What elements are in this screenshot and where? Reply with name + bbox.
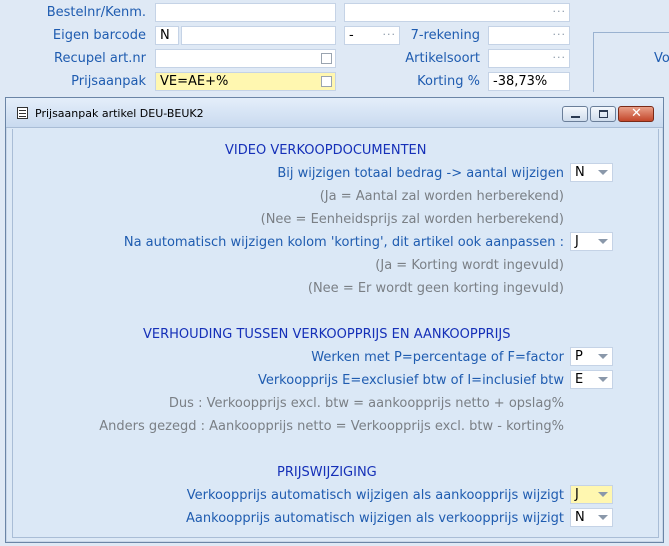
- select-value: N: [575, 165, 585, 180]
- korting-aanpassen-select[interactable]: J: [570, 232, 613, 251]
- right-panel-label: Vo: [654, 51, 669, 66]
- section-heading-prijswijziging: PRIJSWIJZIGING: [277, 465, 377, 480]
- section-heading-verhouding: VERHOUDING TUSSEN VERKOOPPRIJS EN AANKOO…: [143, 327, 511, 342]
- setting-label-aankoopprijs-wijzigen: Aankoopprijs automatisch wijzigen als ve…: [186, 511, 564, 526]
- bestelnr-label: Bestelnr/Kenm.: [46, 5, 146, 20]
- minimize-button[interactable]: [562, 106, 588, 122]
- prijsaanpak-checkbox[interactable]: [321, 76, 332, 87]
- eigen-barcode-field[interactable]: [181, 26, 336, 45]
- zeven-rekening-field[interactable]: ···: [488, 26, 570, 45]
- hint-ja-aantal: (Ja = Aantal zal worden herberekend): [319, 189, 564, 204]
- recupel-checkbox[interactable]: [321, 53, 332, 64]
- prijsaanpak-label: Prijsaanpak: [71, 74, 146, 89]
- close-button[interactable]: ✕: [618, 106, 654, 122]
- recupel-label: Recupel art.nr: [54, 51, 146, 66]
- ellipsis-icon[interactable]: ···: [553, 4, 567, 20]
- window-menu-icon[interactable]: [17, 107, 28, 119]
- section-heading-video: VIDEO VERKOOPDOCUMENTEN: [225, 143, 427, 158]
- ellipsis-icon[interactable]: ···: [553, 50, 567, 66]
- ellipsis-icon[interactable]: ···: [553, 27, 567, 43]
- artikelsoort-label: Artikelsoort: [405, 51, 480, 66]
- setting-label-btw: Verkoopprijs E=exclusief btw of I=inclus…: [257, 373, 564, 388]
- setting-label-korting-aanpassen: Na automatisch wijzigen kolom 'korting',…: [123, 235, 564, 250]
- korting-label: Korting %: [417, 74, 480, 89]
- close-icon: ✕: [631, 106, 642, 121]
- hint-anders-gezegd: Anders gezegd : Aankoopprijs netto = Ver…: [99, 419, 564, 434]
- eigen-barcode-label: Eigen barcode: [52, 28, 146, 43]
- minimize-icon: [571, 116, 580, 118]
- chevron-down-icon: [598, 515, 608, 520]
- hint-dus: Dus : Verkoopprijs excl. btw = aankooppr…: [168, 396, 564, 411]
- maximize-button[interactable]: [590, 106, 616, 122]
- dialog-content: VIDEO VERKOOPDOCUMENTEN Bij wijzigen tot…: [12, 129, 659, 538]
- hint-ja-korting: (Ja = Korting wordt ingevuld): [375, 258, 564, 273]
- chevron-down-icon: [598, 239, 608, 244]
- select-value: J: [575, 487, 579, 502]
- select-value: N: [575, 510, 585, 525]
- maximize-icon: [599, 110, 608, 118]
- zeven-rekening-label: 7-rekening: [410, 28, 480, 43]
- eigen-barcode-flag[interactable]: N: [155, 26, 179, 45]
- hint-nee-eenheidsprijs: (Nee = Eenheidsprijs zal worden herberek…: [260, 212, 564, 227]
- select-value: J: [575, 234, 579, 249]
- hint-nee-korting: (Nee = Er wordt geen korting ingevuld): [307, 281, 564, 296]
- chevron-down-icon: [598, 354, 608, 359]
- bestelnr-lookup-field[interactable]: ···: [344, 3, 570, 22]
- setting-label-totaal-bedrag: Bij wijzigen totaal bedrag -> aantal wij…: [277, 166, 564, 181]
- prijsaanpak-field[interactable]: VE=AE+%: [155, 72, 336, 91]
- verkoopprijs-wijzigen-select[interactable]: J: [570, 485, 613, 504]
- bestelnr-field[interactable]: [155, 3, 336, 22]
- aankoopprijs-wijzigen-select[interactable]: N: [570, 508, 613, 527]
- select-value: P: [575, 349, 583, 364]
- prijsaanpak-dialog: Prijsaanpak artikel DEU-BEUK2 ✕ VIDEO VE…: [5, 97, 664, 543]
- dialog-titlebar[interactable]: Prijsaanpak artikel DEU-BEUK2 ✕: [6, 98, 663, 128]
- chevron-down-icon: [598, 492, 608, 497]
- select-value: E: [575, 372, 584, 387]
- korting-field[interactable]: -38,73%: [488, 72, 570, 91]
- percentage-factor-select[interactable]: P: [570, 347, 613, 366]
- prijsaanpak-value: VE=AE+%: [160, 74, 229, 89]
- recupel-field[interactable]: [155, 49, 336, 68]
- chevron-down-icon: [598, 170, 608, 175]
- dialog-title: Prijsaanpak artikel DEU-BEUK2: [35, 107, 204, 120]
- chevron-down-icon: [598, 377, 608, 382]
- right-panel: Vo: [593, 32, 669, 92]
- totaal-bedrag-select[interactable]: N: [570, 163, 613, 182]
- btw-select[interactable]: E: [570, 370, 613, 389]
- artikelsoort-field[interactable]: ···: [488, 49, 570, 68]
- setting-label-percentage-factor: Werken met P=percentage of F=factor: [311, 350, 564, 365]
- setting-label-verkoopprijs-wijzigen: Verkoopprijs automatisch wijzigen als aa…: [186, 488, 564, 503]
